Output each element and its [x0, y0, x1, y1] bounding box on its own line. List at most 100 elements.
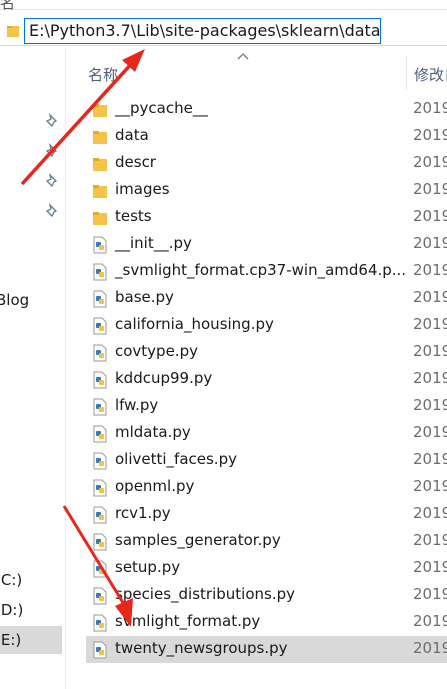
file-date: 2019	[413, 639, 447, 657]
pin-icon[interactable]	[44, 143, 60, 159]
file-row[interactable]: lfw.py 2019	[86, 393, 447, 420]
cropped-toolbar: 名	[0, 0, 447, 12]
nav-item-blog[interactable]: Blog	[0, 291, 29, 309]
file-date: 2019	[413, 126, 447, 144]
nav-item-drive-d[interactable]: (D:)	[0, 601, 23, 619]
sort-ascending-icon	[237, 53, 249, 60]
python-file-icon	[93, 290, 107, 308]
python-file-icon	[93, 398, 107, 416]
address-input[interactable]: E:\Python3.7\Lib\site-packages\sklearn\d…	[24, 18, 381, 44]
file-name: descr	[115, 153, 156, 171]
folder-icon	[93, 104, 107, 117]
navigation-pane: Blog (C:) (D:) (E:)	[0, 47, 66, 689]
file-date: 2019	[413, 369, 447, 387]
file-name: svmlight_format.py	[115, 612, 261, 630]
file-row[interactable]: mldata.py 2019	[86, 420, 447, 447]
file-name: base.py	[115, 288, 174, 306]
file-name: species_distributions.py	[115, 585, 295, 603]
file-row[interactable]: olivetti_faces.py 2019	[86, 447, 447, 474]
file-name: images	[115, 180, 170, 198]
file-date: 2019	[413, 585, 447, 603]
python-file-icon	[93, 587, 107, 605]
file-date: 2019	[413, 234, 447, 252]
address-bar: E:\Python3.7\Lib\site-packages\sklearn\d…	[0, 16, 447, 46]
nav-item-drive-e[interactable]: (E:)	[0, 631, 21, 649]
file-row[interactable]: svmlight_format.py 2019	[86, 609, 447, 636]
python-file-icon	[93, 614, 107, 632]
file-name: mldata.py	[115, 423, 191, 441]
file-row[interactable]: _svmlight_format.cp37-win_amd64.p... 2019	[86, 258, 447, 285]
file-date: 2019	[413, 450, 447, 468]
file-name: openml.py	[115, 477, 195, 495]
python-file-icon	[93, 344, 107, 362]
file-row[interactable]: descr 2019	[86, 150, 447, 177]
pin-icon[interactable]	[44, 113, 60, 129]
file-row[interactable]: rcv1.py 2019	[86, 501, 447, 528]
folder-icon	[93, 131, 107, 144]
file-row[interactable]: species_distributions.py 2019	[86, 582, 447, 609]
file-list: __pycache__ 2019 data 2019 descr 2019 images 20…	[86, 96, 447, 663]
file-date: 2019	[413, 342, 447, 360]
python-file-icon	[93, 506, 107, 524]
file-name: _svmlight_format.cp37-win_amd64.p...	[115, 261, 407, 279]
file-date: 2019	[413, 207, 447, 225]
file-date: 2019	[413, 423, 447, 441]
file-row[interactable]: base.py 2019	[86, 285, 447, 312]
file-row[interactable]: samples_generator.py 2019	[86, 528, 447, 555]
file-row[interactable]: openml.py 2019	[86, 474, 447, 501]
nav-item-drive-c[interactable]: (C:)	[0, 571, 22, 589]
python-file-icon	[93, 263, 107, 281]
file-row[interactable]: images 2019	[86, 177, 447, 204]
file-date: 2019	[413, 396, 447, 414]
folder-icon	[93, 212, 107, 225]
file-name: samples_generator.py	[115, 531, 281, 549]
file-name: twenty_newsgroups.py	[115, 639, 288, 657]
file-row[interactable]: covtype.py 2019	[86, 339, 447, 366]
file-name: rcv1.py	[115, 504, 171, 522]
file-date: 2019	[413, 504, 447, 522]
folder-icon	[93, 185, 107, 198]
python-file-icon	[93, 641, 107, 659]
python-file-icon	[93, 452, 107, 470]
file-row[interactable]: california_housing.py 2019	[86, 312, 447, 339]
file-name: kddcup99.py	[115, 369, 213, 387]
file-name: __pycache__	[115, 99, 208, 117]
file-date: 2019	[413, 261, 447, 279]
python-file-icon	[93, 236, 107, 254]
file-row[interactable]: __init__.py 2019	[86, 231, 447, 258]
file-name: covtype.py	[115, 342, 198, 360]
file-name: data	[115, 126, 149, 144]
pin-icon[interactable]	[44, 173, 60, 189]
column-header-date[interactable]: 修改日	[414, 64, 447, 85]
file-date: 2019	[413, 612, 447, 630]
file-date: 2019	[413, 288, 447, 306]
python-file-icon	[93, 533, 107, 551]
pin-icon[interactable]	[44, 203, 60, 219]
file-date: 2019	[413, 558, 447, 576]
file-row[interactable]: tests 2019	[86, 204, 447, 231]
file-name: tests	[115, 207, 152, 225]
file-date: 2019	[413, 153, 447, 171]
cropped-toolbar-text: 名	[0, 0, 16, 12]
column-header: 名称 修改日	[66, 53, 447, 90]
file-row[interactable]: data 2019	[86, 123, 447, 150]
python-file-icon	[93, 560, 107, 578]
file-row[interactable]: kddcup99.py 2019	[86, 366, 447, 393]
python-file-icon	[93, 371, 107, 389]
file-name: lfw.py	[115, 396, 159, 414]
file-name: olivetti_faces.py	[115, 450, 237, 468]
file-date: 2019	[413, 315, 447, 333]
file-date: 2019	[413, 477, 447, 495]
file-name: __init__.py	[115, 234, 192, 252]
file-row[interactable]: twenty_newsgroups.py 2019	[86, 636, 447, 663]
file-row[interactable]: __pycache__ 2019	[86, 96, 447, 123]
file-date: 2019	[413, 180, 447, 198]
column-header-name[interactable]: 名称	[88, 64, 118, 85]
folder-icon	[7, 26, 19, 37]
file-date: 2019	[413, 531, 447, 549]
file-name: setup.py	[115, 558, 181, 576]
folder-icon	[93, 158, 107, 171]
file-row[interactable]: setup.py 2019	[86, 555, 447, 582]
column-divider[interactable]	[406, 56, 407, 90]
file-date: 2019	[413, 99, 447, 117]
